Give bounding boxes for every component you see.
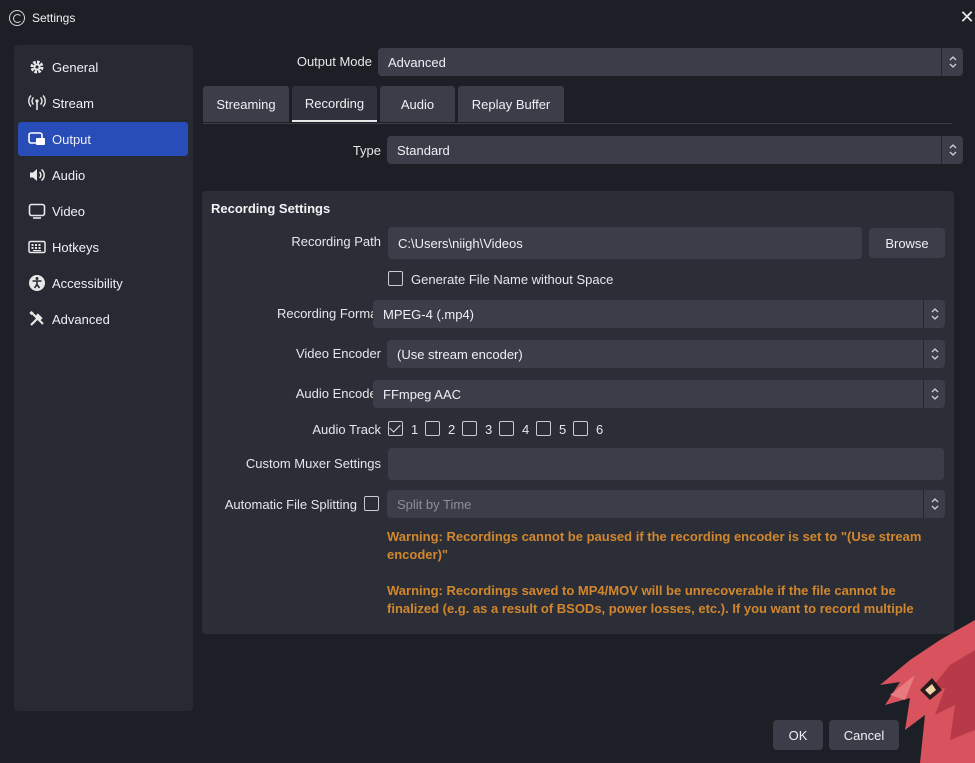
audio-track-2-label: 2 [448, 422, 456, 437]
sidebar-item-label: Output [52, 131, 92, 147]
sidebar-item-label: Hotkeys [52, 239, 99, 255]
recording-path-label: Recording Path [291, 234, 381, 249]
audio-track-6-label: 6 [596, 422, 604, 437]
browse-button[interactable]: Browse [869, 228, 945, 258]
audio-track-3-label: 3 [485, 422, 493, 437]
audio-track-4-checkbox[interactable] [499, 421, 514, 436]
sidebar-item-video[interactable]: Video [18, 194, 188, 228]
warning-pause: Warning: Recordings cannot be paused if … [387, 529, 922, 562]
audio-track-1-label: 1 [411, 422, 419, 437]
window-title: Settings [32, 11, 76, 25]
audio-track-1-checkbox[interactable] [388, 421, 403, 436]
video-encoder-value: (Use stream encoder) [397, 346, 523, 362]
monitor-icon [22, 194, 52, 228]
audio-track-label: Audio Track [312, 422, 381, 437]
audio-track-6-checkbox[interactable] [573, 421, 588, 436]
file-splitting-label: Automatic File Splitting [224, 497, 357, 512]
tab-label: Streaming [216, 96, 276, 112]
tools-icon [22, 302, 52, 336]
video-encoder-select[interactable]: (Use stream encoder) [387, 340, 945, 368]
sidebar-item-label: Stream [52, 95, 94, 111]
close-icon[interactable]: ✕ [959, 8, 975, 26]
sidebar-item-accessibility[interactable]: Accessibility [18, 266, 188, 300]
recording-settings-title: Recording Settings [211, 201, 331, 216]
keyboard-icon [22, 230, 52, 264]
character-overlay-image [870, 620, 975, 763]
settings-sidebar: General Stream Output Audio Video Hotkey… [14, 45, 193, 711]
updown-arrows-icon [941, 48, 963, 76]
output-mode-label: Output Mode [296, 54, 372, 69]
ok-button-label: OK [788, 727, 808, 743]
antenna-icon [22, 86, 52, 120]
gear-icon [22, 50, 52, 84]
sidebar-item-label: Audio [52, 167, 86, 183]
output-mode-value: Advanced [388, 54, 446, 70]
warning-mp4: Warning: Recordings saved to MP4/MOV wil… [387, 583, 914, 616]
ok-button[interactable]: OK [773, 720, 823, 750]
custom-muxer-field[interactable] [388, 448, 944, 480]
accessibility-icon [22, 266, 52, 300]
sidebar-item-output[interactable]: Output [18, 122, 188, 156]
updown-arrows-icon [923, 340, 945, 368]
sidebar-item-label: Accessibility [52, 275, 123, 291]
audio-track-5-label: 5 [559, 422, 567, 437]
sidebar-item-label: Advanced [52, 311, 110, 327]
tab-label: Recording [304, 95, 365, 111]
audio-track-5-checkbox[interactable] [536, 421, 551, 436]
audio-track-2-checkbox[interactable] [425, 421, 440, 436]
video-encoder-label: Video Encoder [295, 346, 381, 361]
recording-path-field[interactable]: C:\Users\niigh\Videos [388, 227, 862, 259]
split-mode-select[interactable]: Split by Time [387, 490, 945, 518]
title-bar: Settings ✕ [0, 0, 975, 36]
custom-muxer-label: Custom Muxer Settings [245, 456, 381, 471]
updown-arrows-icon [923, 380, 945, 408]
audio-encoder-label: Audio Encoder [295, 386, 381, 401]
updown-arrows-icon [923, 300, 945, 328]
type-select[interactable]: Standard [387, 136, 963, 164]
obs-logo-icon [9, 10, 25, 26]
recording-format-label: Recording Format [276, 306, 381, 321]
sidebar-item-label: General [52, 59, 99, 75]
audio-track-4-label: 4 [522, 422, 530, 437]
sidebar-item-label: Video [52, 203, 86, 219]
tab-audio[interactable]: Audio [380, 86, 455, 122]
audio-track-3-checkbox[interactable] [462, 421, 477, 436]
browse-button-label: Browse [885, 235, 929, 251]
output-mode-select[interactable]: Advanced [378, 48, 963, 76]
generate-filename-label: Generate File Name without Space [411, 272, 614, 287]
recording-path-value: C:\Users\niigh\Videos [398, 235, 523, 251]
sidebar-item-audio[interactable]: Audio [18, 158, 188, 192]
tab-label: Replay Buffer [471, 96, 551, 112]
output-icon [22, 122, 52, 156]
speaker-icon [22, 158, 52, 192]
tab-streaming[interactable]: Streaming [203, 86, 289, 122]
recording-format-value: MPEG-4 (.mp4) [383, 306, 475, 322]
type-value: Standard [397, 142, 450, 158]
generate-filename-checkbox[interactable] [388, 271, 403, 286]
tab-recording[interactable]: Recording [292, 86, 377, 122]
audio-encoder-value: FFmpeg AAC [383, 386, 462, 402]
sidebar-item-general[interactable]: General [18, 50, 188, 84]
sidebar-item-stream[interactable]: Stream [18, 86, 188, 120]
sidebar-item-hotkeys[interactable]: Hotkeys [18, 230, 188, 264]
sidebar-item-advanced[interactable]: Advanced [18, 302, 188, 336]
recording-format-select[interactable]: MPEG-4 (.mp4) [373, 300, 945, 328]
tabs-divider [203, 123, 952, 124]
tab-label: Audio [400, 96, 435, 112]
type-label: Type [352, 143, 381, 158]
split-mode-value: Split by Time [397, 496, 472, 512]
updown-arrows-icon [923, 490, 945, 518]
tab-replay-buffer[interactable]: Replay Buffer [458, 86, 564, 122]
file-splitting-checkbox[interactable] [364, 496, 379, 511]
updown-arrows-icon [941, 136, 963, 164]
audio-encoder-select[interactable]: FFmpeg AAC [373, 380, 945, 408]
